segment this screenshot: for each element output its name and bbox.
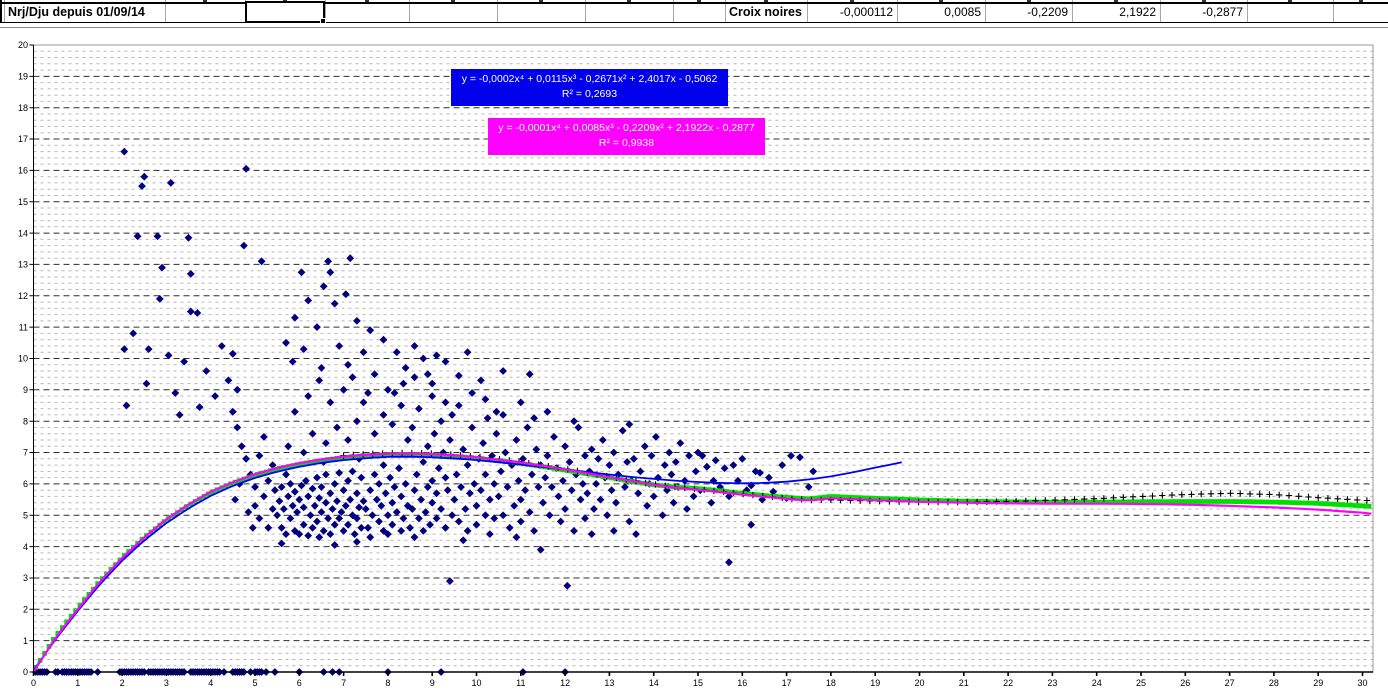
- y-tick-label: 18: [18, 103, 28, 113]
- x-tick-label: 6: [297, 678, 302, 688]
- screen: Nrj/Dju depuis 01/09/14 Croix noires -0,00…: [0, 0, 1388, 693]
- x-tick-label: 24: [1092, 678, 1102, 688]
- chart-area[interactable]: 0 1 2 3 4 5 6 7 8 9 10 11 12 13 14 15 16 17 18 19 20 0 1 2 3 4 5 6 7…: [0, 29, 1388, 693]
- y-tick-label: 5: [23, 510, 28, 520]
- x-tick-label: 18: [826, 678, 836, 688]
- y-tick-label: 19: [18, 72, 28, 82]
- x-tick-label: 21: [959, 678, 969, 688]
- sheet-cell[interactable]: Nrj/Dju depuis 01/09/14: [4, 3, 165, 22]
- y-tick-label: 2: [23, 605, 28, 615]
- y-tick-label: 10: [18, 354, 28, 364]
- x-tick-label: 29: [1313, 678, 1323, 688]
- r2-text-blue: R² = 0,2693: [561, 88, 618, 100]
- x-tick-label: 30: [1357, 678, 1367, 688]
- y-tick-label: 9: [23, 385, 28, 395]
- chart-top-edge: [0, 27, 1388, 28]
- y-tick-label: 17: [18, 134, 28, 144]
- y-tick-label: 20: [18, 40, 28, 50]
- x-tick-label: 25: [1136, 678, 1146, 688]
- y-tick-label: 16: [18, 166, 28, 176]
- x-tick-label: 8: [385, 678, 390, 688]
- trendline-label-magenta[interactable]: y = -0,0001x⁴ + 0,0085x³ - 0,2209x² + 2,…: [488, 118, 765, 155]
- y-tick-label: 11: [19, 322, 28, 332]
- y-tick-label: 0: [23, 667, 28, 677]
- y-tick-label: 13: [18, 260, 28, 270]
- x-tick-label: 26: [1180, 678, 1190, 688]
- y-tick-label: 14: [18, 228, 28, 238]
- x-tick-label: 5: [252, 678, 257, 688]
- x-tick-label: 16: [737, 678, 747, 688]
- y-tick-label: 15: [18, 197, 28, 207]
- equation-text-magenta: y = -0,0001x⁴ + 0,0085x³ - 0,2209x² + 2,…: [498, 122, 755, 134]
- sheet-cell[interactable]: Croix noires: [725, 3, 807, 22]
- x-tick-label: 3: [164, 678, 169, 688]
- y-tick-label: 7: [23, 448, 28, 458]
- x-tick-label: 14: [649, 678, 659, 688]
- r2-text-magenta: R² = 0,9938: [598, 137, 655, 149]
- selected-cell[interactable]: [245, 1, 326, 24]
- row-bottom-border: [0, 22, 1388, 23]
- x-tick-label: 19: [870, 678, 880, 688]
- x-tick-label: 4: [208, 678, 213, 688]
- x-tick-label: 0: [31, 678, 36, 688]
- x-tick-label: 17: [782, 678, 792, 688]
- fill-handle[interactable]: [320, 18, 326, 24]
- x-tick-label: 20: [914, 678, 924, 688]
- y-tick-label: 3: [23, 573, 28, 583]
- x-tick-label: 13: [604, 678, 614, 688]
- x-tick-label: 22: [1003, 678, 1013, 688]
- x-tick-label: 23: [1047, 678, 1057, 688]
- x-tick-label: 9: [430, 678, 435, 688]
- y-tick-label: 6: [23, 479, 28, 489]
- x-tick-label: 28: [1269, 678, 1279, 688]
- equation-text-blue: y = -0,0002x⁴ + 0,0115x³ - 0,2671x² + 2,…: [461, 73, 718, 85]
- x-tick-label: 27: [1225, 678, 1235, 688]
- x-tick-label: 12: [560, 678, 570, 688]
- spreadsheet-header-row: Nrj/Dju depuis 01/09/14 Croix noires -0,00…: [0, 0, 1388, 29]
- x-tick-label: 1: [75, 678, 80, 688]
- sheet-cell[interactable]: -0,000112: [807, 3, 897, 22]
- sheet-cell[interactable]: -0,2877: [1160, 3, 1247, 22]
- y-tick-label: 4: [23, 542, 28, 552]
- y-tick-label: 12: [18, 291, 28, 301]
- trendline-blue[interactable]: [32, 455, 902, 671]
- y-axis: [29, 44, 34, 673]
- sheet-cell[interactable]: 2,1922: [1072, 3, 1160, 22]
- sheet-cell[interactable]: 0,0085: [897, 3, 985, 22]
- sheet-left-border: [0, 0, 2, 23]
- y-tick-label: 1: [23, 636, 28, 646]
- x-tick-label: 2: [120, 678, 125, 688]
- x-tick-label: 10: [471, 678, 481, 688]
- x-tick-label: 7: [341, 678, 346, 688]
- sheet-cell[interactable]: -0,2209: [985, 3, 1072, 22]
- x-tick-label: 11: [516, 678, 525, 688]
- row-top-border: [0, 2, 1388, 4]
- trendline-label-blue[interactable]: y = -0,0002x⁴ + 0,0115x³ - 0,2671x² + 2,…: [451, 69, 728, 106]
- y-tick-label: 8: [23, 416, 28, 426]
- x-tick-label: 15: [693, 678, 703, 688]
